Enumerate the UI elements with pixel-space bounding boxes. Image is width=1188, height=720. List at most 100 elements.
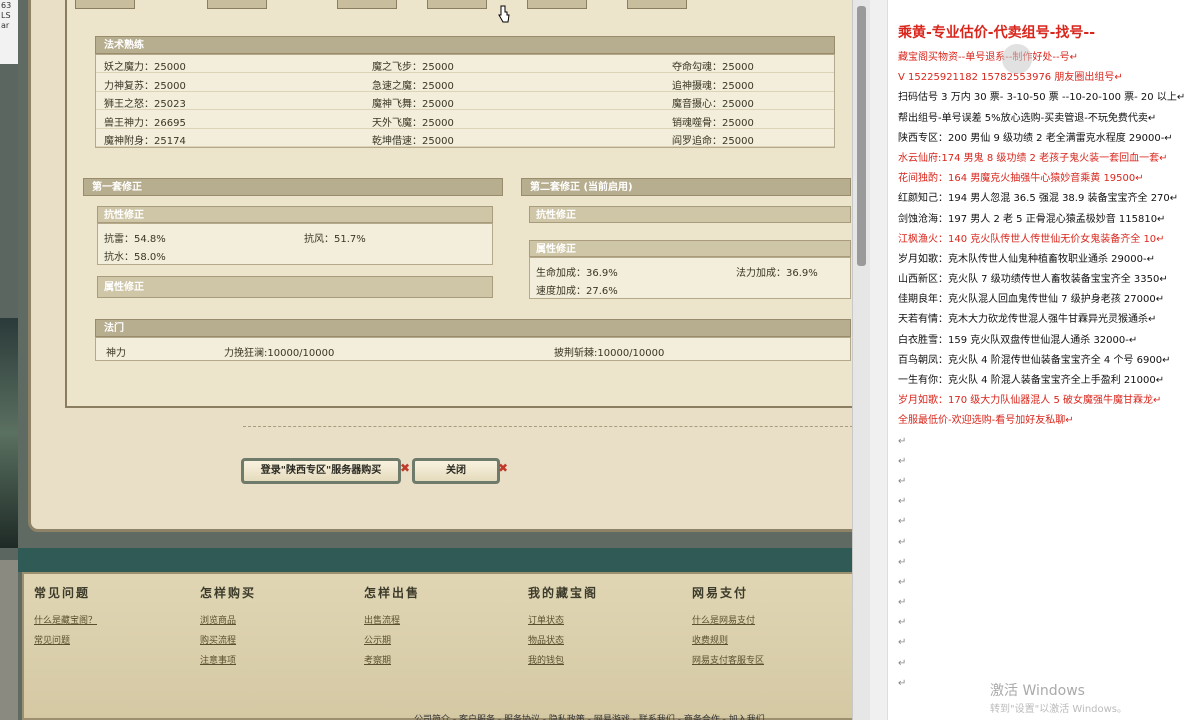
magic-cell: 阎罗追命：25000 (672, 136, 754, 148)
set2-attr-speed: 速度加成：27.6% (536, 286, 618, 297)
set1-resist-header: 抗性修正 (97, 206, 493, 223)
set2-header: 第二套修正 (当前启用) (521, 178, 851, 196)
tab-stub[interactable] (75, 0, 135, 9)
browser-scrollbar[interactable] (852, 0, 870, 720)
notepad-line: 红颜知己：194 男人忽混 36.5 强混 38.9 装备宝宝齐全 270↵ (898, 193, 1179, 205)
footer-col-buy: 怎样购买 浏览商品 购买流程 注意事项 (200, 584, 256, 671)
notepad-line: 岁月如歌：克木队传世人仙鬼种植畜牧职业通杀 29000-↵ (898, 253, 1155, 265)
magic-row: 兽王神力：26695 天外飞魔：25000 销魂噬骨：25000 (96, 111, 834, 129)
magic-cell: 魔音摄心：25000 (672, 99, 754, 111)
set1-resist-thunder: 抗雷：54.8% (104, 234, 166, 245)
notepad-line: 剑蚀沧海：197 男人 2 老 5 正骨混心猿孟极妙音 115810↵ (898, 213, 1166, 225)
notepad-line: 白衣胜雪：159 克火队双盘传世仙混人通杀 32000-↵ (898, 334, 1138, 346)
notepad-line: 江枫渔火：140 克火队传世人传世仙无价女鬼装备齐全 10↵ (898, 233, 1165, 245)
notepad-empty-line: ↵ (898, 496, 907, 508)
footer-link[interactable]: 我的钱包 (528, 651, 598, 671)
footer-heading: 怎样购买 (200, 586, 257, 600)
detail-inner-frame: 法术熟练 妖之魔力：25000 魔之飞步：25000 夺命勾魂：25000 力神复苏：… (65, 0, 855, 408)
footer-top-bar (18, 548, 870, 572)
footer-link[interactable]: 公示期 (364, 631, 420, 651)
notepad-text[interactable]: 乘黄-专业估价-代卖组号-找号-- 藏宝阁买物资--单号退系--制作好处--号↵… (898, 22, 1188, 694)
footer-link[interactable]: 收费规则 (692, 631, 764, 651)
footer-link[interactable]: 什么是网易支付 (692, 611, 764, 631)
background-window-text: 63 LS ar (0, 0, 18, 64)
magic-row: 力神复苏：25000 急速之魔：25000 追神摄魂：25000 (96, 74, 834, 92)
set1-resist-box: 抗雷：54.8% 抗风：51.7% 抗水：58.0% (97, 223, 493, 265)
magic-cell: 销魂噬骨：25000 (672, 117, 754, 129)
notepad-lines: 藏宝阁买物资--单号退系--制作好处--号↵ V 15225921182 1578… (898, 48, 1188, 694)
close-x-icon: ✖ (400, 461, 411, 475)
close-button[interactable]: 关闭 (412, 458, 500, 484)
magic-row: 妖之魔力：25000 魔之飞步：25000 夺命勾魂：25000 (96, 55, 834, 73)
magic-cell: 兽王神力：26695 (104, 117, 186, 129)
notepad-line: 帮出组号-单号误差 5%放心选购-买卖管退-不玩免费代卖↵ (898, 112, 1157, 124)
notepad-line: 藏宝阁买物资--单号退系--制作好处--号↵ (898, 52, 1079, 63)
tab-stub[interactable] (627, 0, 687, 9)
set2-attr-header: 属性修正 (529, 240, 851, 257)
notepad-line: 水云仙府:174 男鬼 8 级功绩 2 老孩子鬼火装一套回血一套↵ (898, 152, 1168, 164)
notepad-empty-line: ↵ (898, 455, 907, 467)
famen-item: 力挽狂澜:10000/10000 (224, 348, 335, 359)
notepad-empty-line: ↵ (898, 536, 907, 548)
detail-panel: 法术熟练 妖之魔力：25000 魔之飞步：25000 夺命勾魂：25000 力神复苏：… (28, 0, 862, 532)
notepad-empty-line: ↵ (898, 576, 907, 588)
footer-link[interactable]: 浏览商品 (200, 611, 256, 631)
notepad-line: 佳期良年：克火队混人回血鬼传世仙 7 级护身老孩 27000↵ (898, 294, 1165, 306)
footer-link[interactable]: 网易支付客服专区 (692, 651, 764, 671)
footer-link[interactable]: 常见问题 (34, 631, 97, 651)
set2-resist-header: 抗性修正 (529, 206, 851, 223)
footer-heading: 我的藏宝阁 (528, 586, 599, 600)
footer-col-pay: 网易支付 什么是网易支付 收费规则 网易支付客服专区 (692, 584, 764, 671)
notepad-line: 岁月如歌：170 级大力队仙器混人 5 破女魔强牛魔甘霖龙↵ (898, 395, 1162, 407)
magic-cell: 妖之魔力：25000 (104, 62, 186, 73)
tab-stub[interactable] (527, 0, 587, 9)
magic-row: 狮王之怒：25023 魔神飞舞：25000 魔音摄心：25000 (96, 92, 834, 111)
magic-cell: 天外飞魔：25000 (372, 117, 454, 129)
famen-header: 法门 (95, 319, 851, 337)
notepad-empty-line: ↵ (898, 617, 907, 629)
notepad-empty-line: ↵ (898, 597, 907, 609)
activation-watermark-sub: 转到"设置"以激活 Windows。 (990, 704, 1128, 715)
magic-cell: 魔之飞步：25000 (372, 62, 454, 73)
tab-stub[interactable] (207, 0, 267, 9)
scrollbar-thumb[interactable] (857, 6, 866, 266)
divider (243, 426, 853, 427)
background-window-bottom (0, 560, 18, 720)
notepad-empty-line: ↵ (898, 637, 907, 649)
magic-cell: 夺命勾魂：25000 (672, 62, 754, 73)
footer-link[interactable]: 注意事项 (200, 651, 256, 671)
magic-cell: 急速之魔：25000 (372, 80, 454, 92)
footer-link[interactable]: 物品状态 (528, 631, 598, 651)
famen-item: 披荆斩棘:10000/10000 (554, 348, 665, 359)
magic-section-header: 法术熟练 (95, 36, 835, 54)
login-buy-button[interactable]: 登录"陕西专区"服务器购买 (241, 458, 401, 484)
magic-row: 魔神附身：25174 乾坤借速：25000 阎罗追命：25000 (96, 129, 834, 148)
footer-link[interactable]: 购买流程 (200, 631, 256, 651)
footer-link[interactable]: 什么是藏宝阁？ (34, 611, 97, 631)
notepad-line: 花间独酌：164 男魔克火抽强牛心猿妙音乘黄 19500↵ (898, 173, 1144, 185)
footer-link[interactable]: 订单状态 (528, 611, 598, 631)
set1-attr-header: 属性修正 (97, 276, 493, 298)
video-watermark-logo (1002, 44, 1032, 74)
footer-link-bar[interactable]: 公司简介 - 客户服务 - 服务协议 - 隐私政策 - 网易游戏 - 联系我们 … (414, 712, 765, 720)
set1-resist-water: 抗水：58.0% (104, 252, 166, 263)
tab-stub[interactable] (427, 0, 487, 9)
footer-heading: 怎样出售 (364, 586, 421, 600)
notepad-line: V 15225921182 15782553976 朋友圈出组号↵ (898, 72, 1123, 84)
footer-heading: 网易支付 (692, 586, 749, 600)
notepad-line: 山西新区：克火队 7 级功绩传世人畜牧装备宝宝齐全 3350↵ (898, 274, 1168, 286)
notepad-line: 陕西专区：200 男仙 9 级功绩 2 老全满雷克水程度 29000-↵ (898, 132, 1173, 144)
notepad-empty-line: ↵ (898, 516, 907, 528)
footer-link[interactable]: 出售流程 (364, 611, 420, 631)
notepad-line: 百鸟朝凤：克火队 4 阶混传世仙装备宝宝齐全 4 个号 6900↵ (898, 354, 1171, 366)
tab-stub[interactable] (337, 0, 397, 9)
footer: 常见问题 什么是藏宝阁？ 常见问题 怎样购买 浏览商品 购买流程 注意事项 怎样… (22, 572, 868, 720)
footer-heading: 常见问题 (34, 586, 91, 600)
footer-link[interactable]: 考察期 (364, 651, 420, 671)
footer-col-sell: 怎样出售 出售流程 公示期 考察期 (364, 584, 420, 671)
footer-col-mycbg: 我的藏宝阁 订单状态 物品状态 我的钱包 (528, 584, 598, 671)
magic-cell: 乾坤借速：25000 (372, 136, 454, 148)
notepad-line: 全服最低价-欢迎选购-看号加好友私聊↵ (898, 415, 1074, 427)
notepad-line: 一生有你：克火队 4 阶混人装备宝宝齐全上手盈利 21000↵ (898, 375, 1165, 386)
background-window-image (0, 318, 18, 548)
